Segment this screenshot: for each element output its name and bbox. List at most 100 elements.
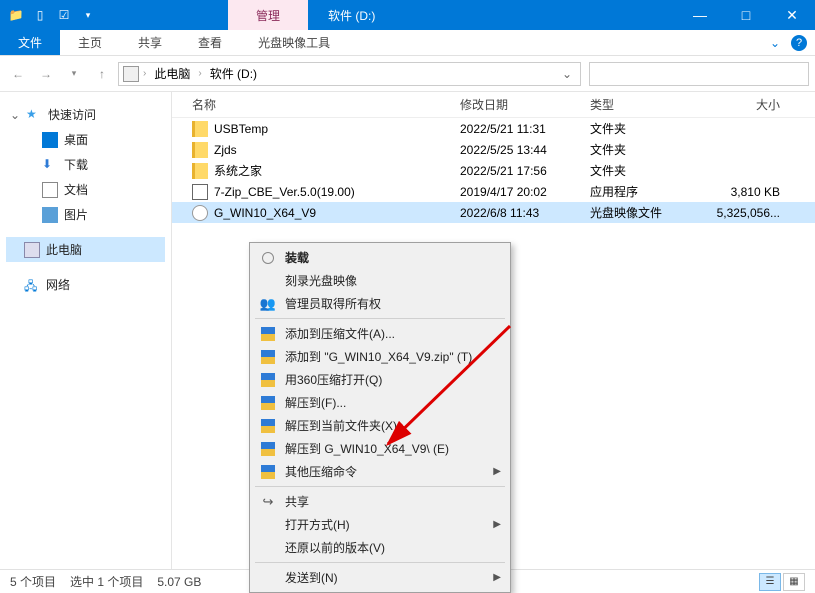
share-icon: ↪ [259,494,277,510]
file-date: 2019/4/17 20:02 [460,185,590,199]
window-title: 软件 (D:) [328,7,375,24]
cm-extract-here[interactable]: 解压到当前文件夹(X) [253,414,507,437]
cm-extract-named[interactable]: 解压到 G_WIN10_X64_V9\ (E) [253,437,507,460]
users-icon: 👥 [259,296,277,312]
file-row[interactable]: 7-Zip_CBE_Ver.5.0(19.00) 2019/4/17 20:02应… [172,181,815,202]
cm-add-archive[interactable]: 添加到压缩文件(A)... [253,322,507,345]
sidebar-pictures[interactable]: 图片 [6,202,165,227]
titlebar: 📁 ▯ ☑ ▾ 管理 软件 (D:) ― □ ✕ [0,0,815,30]
thumbnails-view-button[interactable]: ▦ [783,573,805,591]
details-view-button[interactable]: ☰ [759,573,781,591]
chevron-right-icon: ▶ [493,519,501,530]
col-name[interactable]: 名称 [192,96,460,113]
pc-icon [123,66,139,82]
chevron-down-icon[interactable]: ⌄ [765,36,785,50]
file-row[interactable]: Zjds2022/5/25 13:44文件夹 [172,139,815,160]
contextual-tab-manage[interactable]: 管理 [228,0,308,30]
cm-admin[interactable]: 👥管理员取得所有权 [253,292,507,315]
sidebar-label: 下载 [64,156,88,173]
sidebar-label: 图片 [64,206,88,223]
cm-mount[interactable]: 装载 [253,246,507,269]
search-input[interactable] [589,62,809,86]
chevron-right-icon[interactable]: › [143,68,146,79]
file-row[interactable]: G_WIN10_X64_V92022/6/8 11:43光盘映像文件5,325,… [172,202,815,223]
tab-home[interactable]: 主页 [60,30,120,55]
breadcrumb-pc[interactable]: 此电脑 [150,65,194,82]
cm-add-named[interactable]: 添加到 "G_WIN10_X64_V9.zip" (T) [253,345,507,368]
sidebar-downloads[interactable]: ⬇下载 [6,152,165,177]
disc-icon [262,252,274,264]
tab-view[interactable]: 查看 [180,30,240,55]
archive-icon [261,350,275,364]
column-headers: 名称 修改日期 类型 大小 [172,92,815,118]
file-date: 2022/5/21 11:31 [460,122,590,136]
cm-open-360[interactable]: 用360压缩打开(Q) [253,368,507,391]
window-controls: ― □ ✕ [677,0,815,30]
breadcrumb-drive[interactable]: 软件 (D:) [206,65,261,82]
qat-item[interactable]: ☑ [54,5,74,25]
maximize-button[interactable]: □ [723,0,769,30]
forward-button[interactable]: → [34,62,58,86]
file-row[interactable]: 系统之家2022/5/21 17:56文件夹 [172,160,815,181]
file-name: 7-Zip_CBE_Ver.5.0(19.00) [214,185,355,199]
recent-dropdown[interactable]: ▾ [62,62,86,86]
file-row[interactable]: USBTemp2022/5/21 11:31文件夹 [172,118,815,139]
sidebar-label: 文档 [64,181,88,198]
minimize-button[interactable]: ― [677,0,723,30]
sidebar-label: 快速访问 [48,106,96,123]
col-date[interactable]: 修改日期 [460,96,590,113]
folder-icon [192,163,208,179]
cm-open-with[interactable]: 打开方式(H)▶ [253,513,507,536]
status-selected: 选中 1 个项目 [70,573,143,590]
qat-item[interactable]: ▯ [30,5,50,25]
file-name: Zjds [214,143,237,157]
breadcrumb-dropdown[interactable]: ⌄ [558,67,576,81]
zip-icon [192,184,208,200]
iso-icon [192,205,208,221]
up-button[interactable]: ↑ [90,62,114,86]
quick-access-toolbar: 📁 ▯ ☑ ▾ [0,5,98,25]
file-size: 5,325,056... [680,206,790,220]
view-switcher: ☰ ▦ [759,573,805,591]
separator [255,486,505,487]
address-bar-row: ← → ▾ ↑ › 此电脑 › 软件 (D:) ⌄ [0,56,815,92]
archive-icon [261,442,275,456]
archive-icon [261,419,275,433]
file-name: G_WIN10_X64_V9 [214,206,316,220]
help-icon[interactable]: ? [791,35,807,51]
tab-disc-tools[interactable]: 光盘映像工具 [240,30,348,55]
ribbon-help: ⌄ ? [765,30,815,55]
separator [255,318,505,319]
sidebar-quick-access[interactable]: ⌄★快速访问 [6,102,165,127]
archive-icon [261,396,275,410]
cm-share[interactable]: ↪共享 [253,490,507,513]
sidebar-documents[interactable]: 文档 [6,177,165,202]
back-button[interactable]: ← [6,62,30,86]
file-date: 2022/5/25 13:44 [460,143,590,157]
tab-share[interactable]: 共享 [120,30,180,55]
col-type[interactable]: 类型 [590,96,680,113]
archive-icon [261,373,275,387]
folder-icon [192,142,208,158]
chevron-right-icon: ▶ [493,466,501,477]
file-name: 系统之家 [214,162,262,179]
close-button[interactable]: ✕ [769,0,815,30]
sidebar-network[interactable]: 🖧网络 [6,272,165,297]
cm-restore[interactable]: 还原以前的版本(V) [253,536,507,559]
file-tab[interactable]: 文件 [0,30,60,55]
archive-icon [261,327,275,341]
cm-other-zip[interactable]: 其他压缩命令▶ [253,460,507,483]
status-size: 5.07 GB [157,575,201,589]
sidebar-desktop[interactable]: 桌面 [6,127,165,152]
chevron-right-icon[interactable]: › [198,68,201,79]
col-size[interactable]: 大小 [680,96,790,113]
file-date: 2022/6/8 11:43 [460,206,590,220]
cm-send-to[interactable]: 发送到(N)▶ [253,566,507,589]
qat-dropdown[interactable]: ▾ [78,5,98,25]
cm-extract-to[interactable]: 解压到(F)... [253,391,507,414]
file-size: 3,810 KB [680,185,790,199]
cm-burn[interactable]: 刻录光盘映像 [253,269,507,292]
breadcrumb[interactable]: › 此电脑 › 软件 (D:) ⌄ [118,62,581,86]
sidebar-this-pc[interactable]: 此电脑 [6,237,165,262]
file-type: 应用程序 [590,183,680,200]
